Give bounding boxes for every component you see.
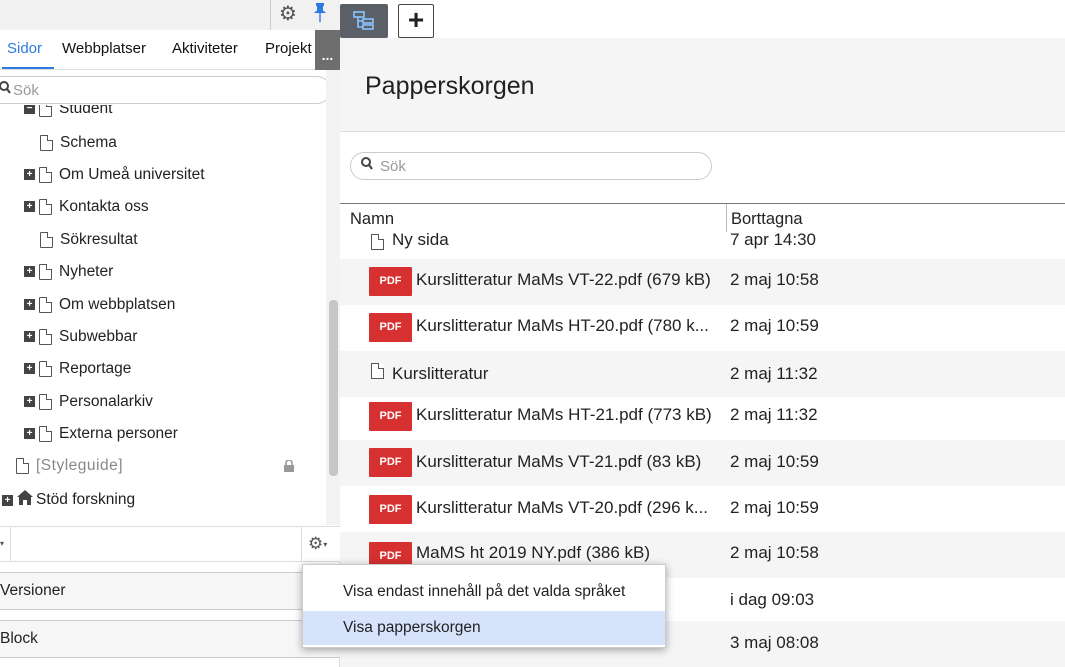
trash-table-header: Namn Borttagna (340, 203, 1065, 233)
toolbar-divider (270, 0, 271, 30)
table-row[interactable]: PDF Kurslitteratur MaMs VT-21.pdf (83 kB… (340, 440, 1065, 486)
pdf-icon: PDF (369, 448, 412, 477)
tab-projekt[interactable]: Projekt (265, 40, 312, 57)
table-row[interactable]: Kurslitteratur 2 maj 11:32 (340, 351, 1065, 397)
page-icon (16, 457, 29, 474)
tab-sidor[interactable]: Sidor (7, 40, 42, 57)
tree-item-student[interactable]: − Student (24, 105, 112, 122)
page-icon (39, 328, 52, 345)
page-icon (39, 263, 52, 280)
plus-icon: + (407, 4, 425, 35)
add-plus-button[interactable]: + (398, 4, 434, 38)
section-block[interactable]: Block (0, 620, 340, 658)
tree-item-nyheter[interactable]: + Nyheter (24, 263, 113, 285)
tab-aktiviteter[interactable]: Aktiviteter (172, 40, 238, 57)
page-icon (40, 231, 53, 248)
page-header: Papperskorgen (340, 38, 1065, 132)
tree-item-personalarkiv[interactable]: + Personalarkiv (24, 393, 153, 415)
section-versioner[interactable]: Versioner (0, 572, 340, 610)
settings-gear-icon[interactable]: ⚙ (276, 2, 300, 26)
tab-webbplatser[interactable]: Webbplatser (62, 40, 146, 57)
search-icon (361, 157, 373, 175)
tree-item-kontakta-oss[interactable]: + Kontakta oss (24, 198, 149, 220)
search-placeholder: Sök (380, 158, 406, 175)
tree-item-reportage[interactable]: + Reportage (24, 360, 131, 382)
expand-icon[interactable]: + (24, 396, 35, 408)
tree-view-button[interactable] (340, 4, 388, 38)
page-icon (39, 166, 52, 183)
main-toolbar: + (340, 0, 1065, 38)
pdf-icon: PDF (369, 267, 412, 296)
column-resize-handle[interactable] (726, 204, 727, 232)
trash-search-input[interactable]: Sök (350, 152, 712, 180)
page-tree: − Student Schema + Om Umeå universitet + Ko… (0, 105, 326, 525)
tree-scrollbar-thumb[interactable] (329, 300, 338, 476)
expand-icon[interactable]: + (24, 428, 35, 440)
page-icon (39, 360, 52, 377)
page-tree-search-input[interactable]: Sök (0, 76, 331, 104)
gear-context-menu: Visa endast innehåll på det valda språke… (302, 564, 666, 648)
more-tabs-button[interactable]: ... (315, 30, 340, 70)
pdf-icon: PDF (369, 313, 412, 342)
page-icon (39, 393, 52, 410)
tree-item-externa-personer[interactable]: + Externa personer (24, 425, 178, 447)
expand-icon[interactable]: + (24, 299, 35, 311)
menu-item-show-language-content[interactable]: Visa endast innehåll på det valda språke… (303, 575, 665, 609)
page-icon (39, 296, 52, 313)
tree-item-styleguide[interactable]: [Styleguide] (16, 457, 326, 479)
page-icon (39, 425, 52, 442)
caret-icon: ▾ (0, 539, 5, 548)
table-row[interactable]: PDF Kurslitteratur MaMs VT-20.pdf (296 k… (340, 486, 1065, 532)
expand-icon[interactable]: + (24, 169, 35, 181)
column-header-borttagna[interactable]: Borttagna (731, 210, 803, 229)
pdf-icon: PDF (369, 402, 412, 431)
tree-item-schema[interactable]: Schema (40, 134, 117, 156)
search-icon (0, 81, 11, 99)
left-tabs: Sidor Webbplatser Aktiviteter Projekt (0, 30, 340, 70)
tree-item-sokresultat[interactable]: Sökresultat (40, 231, 138, 253)
lower-toolbar-field[interactable] (10, 527, 302, 562)
left-panel: ⚙ Sidor Webbplatser Aktiviteter Projekt … (0, 0, 340, 667)
left-panel-toolbar: ⚙ (0, 0, 340, 30)
expand-icon[interactable]: + (24, 331, 35, 343)
menu-item-show-trash[interactable]: Visa papperskorgen (303, 611, 665, 645)
page-icon (371, 234, 384, 250)
expand-icon[interactable]: + (24, 363, 35, 375)
table-row[interactable]: PDF Kurslitteratur MaMs HT-20.pdf (780 k… (340, 305, 1065, 351)
table-row[interactable]: PDF Kurslitteratur MaMs HT-21.pdf (773 k… (340, 394, 1065, 440)
tree-item-om-webbplatsen[interactable]: + Om webbplatsen (24, 296, 175, 318)
active-tab-indicator (2, 67, 54, 69)
pdf-icon: PDF (369, 495, 412, 524)
expand-icon[interactable]: + (24, 201, 35, 213)
tree-item-stod-forskning[interactable]: + Stöd forskning (2, 490, 135, 512)
collapse-icon[interactable]: − (24, 105, 35, 115)
page-title: Papperskorgen (365, 72, 535, 100)
tree-item-subwebbar[interactable]: + Subwebbar (24, 328, 137, 350)
tree-item-om-umea-universitet[interactable]: + Om Umeå universitet (24, 166, 205, 188)
search-placeholder: Sök (13, 82, 39, 99)
page-icon (371, 363, 384, 379)
page-icon (39, 198, 52, 215)
column-header-namn[interactable]: Namn (350, 210, 394, 229)
lock-icon (284, 459, 294, 475)
table-row[interactable]: PDF Kurslitteratur MaMs VT-22.pdf (679 k… (340, 259, 1065, 305)
pin-icon[interactable] (306, 0, 334, 30)
gear-menu-icon[interactable]: ⚙▾ (308, 534, 327, 554)
home-icon (17, 490, 33, 510)
lower-toolbar: ▾ ⚙▾ (0, 526, 340, 562)
expand-icon[interactable]: + (2, 494, 13, 506)
page-icon (39, 105, 52, 117)
expand-icon[interactable]: + (24, 266, 35, 278)
page-icon (40, 134, 53, 151)
